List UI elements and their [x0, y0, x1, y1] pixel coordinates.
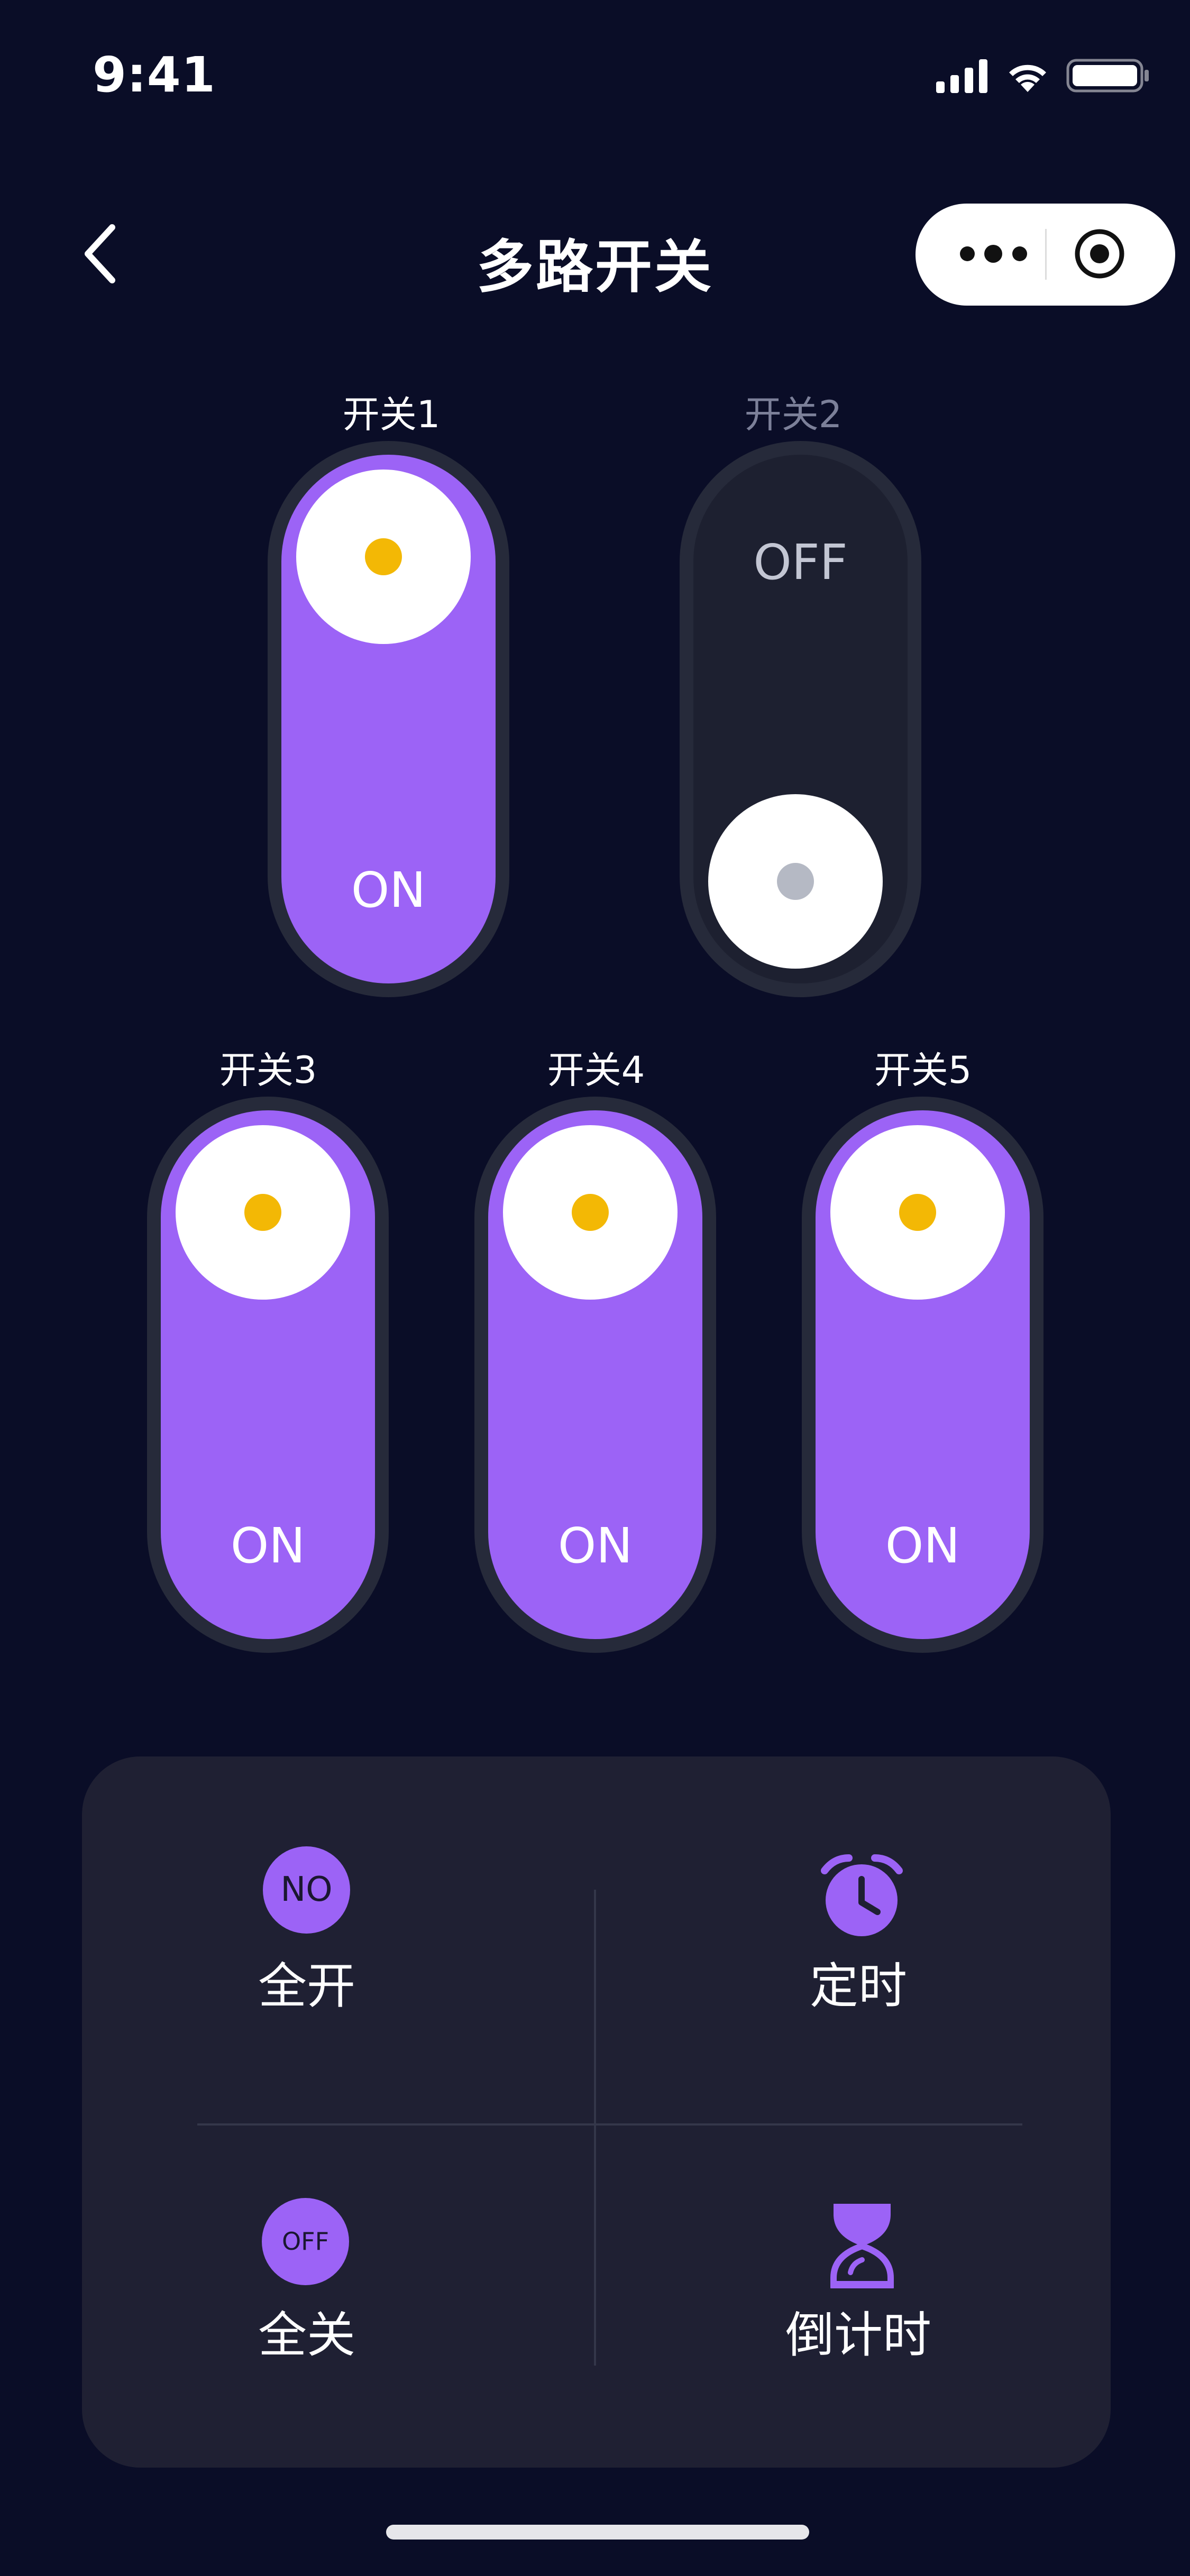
panel-horizontal-divider	[197, 2123, 1022, 2126]
switch-5-label: 开关5	[874, 1048, 972, 1092]
cellular-signal-icon	[936, 58, 989, 93]
countdown-button[interactable]: 倒计时	[726, 2296, 991, 2366]
capsule-divider	[1045, 229, 1047, 280]
switch-5-track: ON	[816, 1110, 1030, 1639]
switch-1-state: ON	[351, 862, 426, 918]
alarm-clock-icon[interactable]	[818, 1852, 905, 1939]
panel-vertical-divider	[594, 1890, 596, 2366]
knob-dot	[777, 863, 814, 900]
switch-2-track: OFF	[693, 455, 908, 983]
switch-1[interactable]: ON	[268, 441, 509, 997]
switch-1-track: ON	[281, 455, 496, 983]
knob-dot	[365, 538, 402, 575]
switch-3[interactable]: ON	[147, 1097, 389, 1653]
switch-5-state: ON	[885, 1517, 960, 1574]
knob-dot	[572, 1194, 609, 1231]
switch-5-knob[interactable]	[830, 1125, 1005, 1300]
switch-2-label: 开关2	[744, 393, 843, 436]
action-panel: NO 全开 定时 OFF 全关 倒计时	[82, 1756, 1111, 2468]
switch-5[interactable]: ON	[802, 1097, 1043, 1653]
switch-2-knob[interactable]	[708, 794, 883, 969]
switch-4-label: 开关4	[547, 1048, 645, 1092]
status-time: 9:41	[93, 47, 216, 103]
home-indicator	[386, 2525, 809, 2540]
switch-3-knob[interactable]	[176, 1125, 350, 1300]
all-on-badge-text: NO	[280, 1870, 333, 1909]
switch-1-knob[interactable]	[296, 470, 471, 644]
switch-4[interactable]: ON	[474, 1097, 716, 1653]
switch-4-knob[interactable]	[503, 1125, 678, 1300]
switch-3-label: 开关3	[219, 1048, 317, 1092]
all-off-badge-icon[interactable]: OFF	[262, 2198, 349, 2285]
switch-2-state: OFF	[753, 534, 848, 591]
hourglass-icon[interactable]	[829, 2204, 895, 2288]
switch-1-label: 开关1	[342, 393, 441, 436]
more-dots-icon[interactable]	[958, 235, 1029, 272]
knob-dot	[244, 1194, 281, 1231]
all-on-badge-icon[interactable]: NO	[263, 1846, 350, 1934]
switch-2[interactable]: OFF	[680, 441, 921, 997]
switch-4-state: ON	[557, 1517, 633, 1574]
all-off-button[interactable]: 全关	[175, 2296, 439, 2366]
all-on-button[interactable]: 全开	[175, 1947, 439, 2017]
knob-dot	[899, 1194, 936, 1231]
switch-3-state: ON	[230, 1517, 306, 1574]
battery-icon	[1066, 59, 1149, 93]
switch-3-track: ON	[161, 1110, 375, 1639]
mini-program-capsule	[916, 204, 1175, 306]
wifi-icon	[1009, 65, 1046, 92]
all-off-badge-text: OFF	[281, 2227, 329, 2256]
timer-button[interactable]: 定时	[726, 1947, 991, 2017]
target-icon[interactable]	[1073, 227, 1126, 280]
switch-4-track: ON	[488, 1110, 702, 1639]
